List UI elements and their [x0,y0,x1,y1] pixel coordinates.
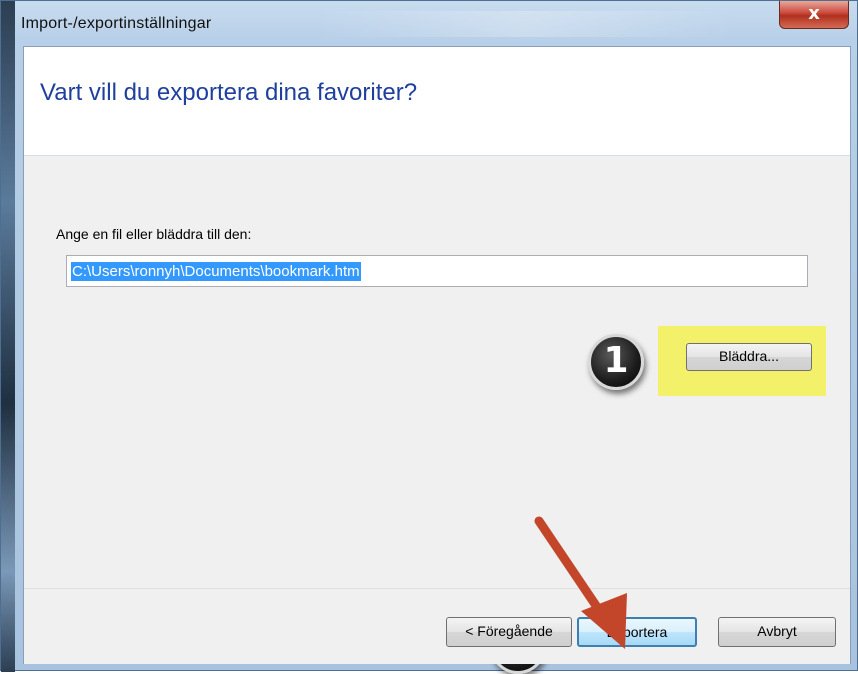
close-button[interactable]: x [779,1,849,29]
body-area: Ange en fil eller bläddra till den: C:\U… [24,156,850,674]
file-path-value: C:\Users\ronnyh\Documents\bookmark.htm [71,262,361,281]
file-path-input[interactable]: C:\Users\ronnyh\Documents\bookmark.htm [66,255,808,287]
page-heading: Vart vill du exportera dina favoriter? [40,79,418,106]
window-title: Import-/exportinställningar [21,15,212,32]
title-bar-glass [315,11,735,37]
button-footer: < Föregående Exportera Avbryt [24,588,850,664]
title-bar[interactable]: Import-/exportinställningar x [15,1,858,45]
background-edge [1,1,15,672]
dialog-client-area: Vart vill du exportera dina favoriter? A… [23,46,851,674]
arrow-icon [534,516,627,649]
cancel-button[interactable]: Avbryt [718,617,836,647]
step-marker-1: 1 [588,334,644,390]
dialog-window: Import-/exportinställningar x Vart vill … [0,0,858,674]
file-field-label: Ange en fil eller bläddra till den: [56,226,252,242]
close-icon: x [808,3,820,24]
browse-button[interactable]: Bläddra... [686,343,812,371]
header-band: Vart vill du exportera dina favoriter? [24,47,850,156]
